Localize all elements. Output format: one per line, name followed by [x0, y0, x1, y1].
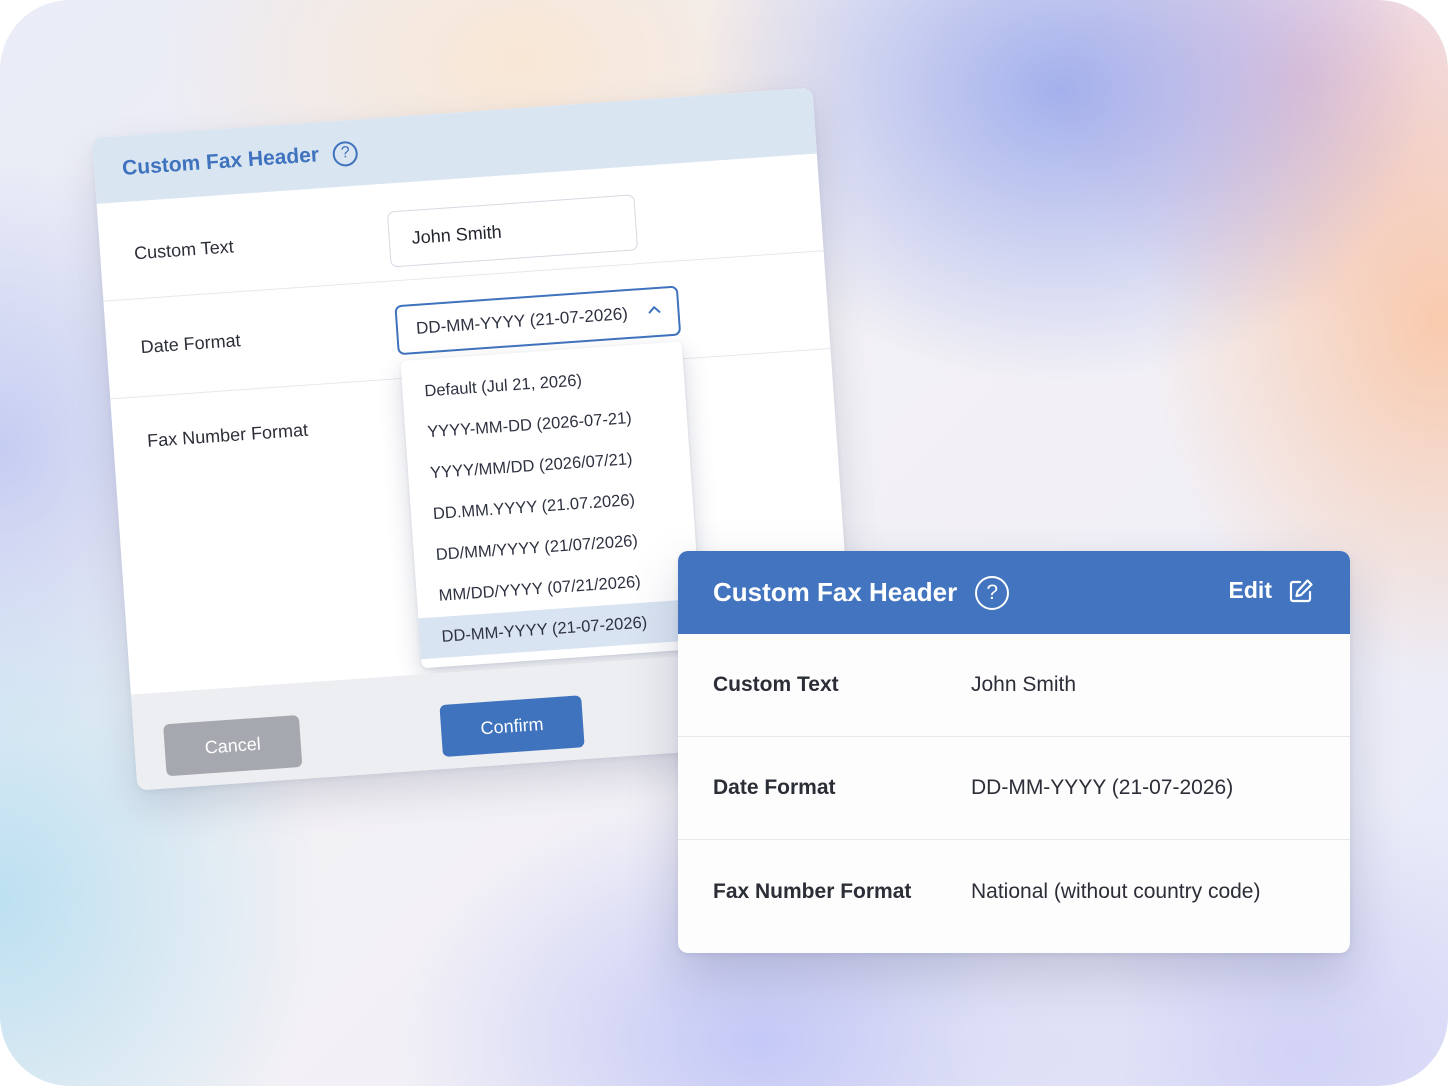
- date-format-label: Date Format: [140, 330, 242, 358]
- summary-title: Custom Fax Header: [713, 577, 958, 607]
- summary-value: National (without country code): [971, 879, 1261, 903]
- summary-row-fax-number-format: Fax Number Format National (without coun…: [678, 840, 1350, 943]
- question-circle-icon[interactable]: ?: [975, 575, 1010, 610]
- edit-label: Edit: [1228, 577, 1272, 603]
- fax-number-format-label: Fax Number Format: [146, 419, 309, 451]
- chevron-up-icon: [648, 306, 661, 314]
- summary-row-custom-text: Custom Text John Smith: [678, 634, 1350, 737]
- date-format-dropdown: Default (Jul 21, 2026) YYYY-MM-DD (2026-…: [400, 341, 704, 669]
- summary-value: John Smith: [971, 673, 1077, 696]
- summary-label: Date Format: [713, 776, 836, 799]
- summary-value: DD-MM-YYYY (21-07-2026): [971, 776, 1234, 799]
- background-canvas: Custom Fax Header ? Custom Text John Smi…: [0, 0, 1448, 1086]
- fax-header-summary-card: Custom Fax Header ? Edit Custom Text Joh…: [678, 551, 1350, 953]
- edit-pencil-icon: [1289, 578, 1313, 602]
- edit-button[interactable]: Edit: [1229, 577, 1314, 604]
- custom-text-input[interactable]: John Smith: [386, 194, 639, 268]
- confirm-button[interactable]: Confirm: [439, 695, 585, 758]
- summary-label: Fax Number Format: [713, 879, 912, 903]
- custom-text-label: Custom Text: [133, 236, 235, 264]
- question-circle-icon[interactable]: ?: [332, 140, 359, 167]
- summary-header: Custom Fax Header ? Edit: [678, 551, 1350, 634]
- summary-label: Custom Text: [713, 673, 839, 696]
- summary-row-date-format: Date Format DD-MM-YYYY (21-07-2026): [678, 737, 1350, 840]
- date-format-selected-value: DD-MM-YYYY (21-07-2026): [415, 304, 629, 338]
- cancel-button[interactable]: Cancel: [163, 714, 303, 777]
- dialog-title: Custom Fax Header: [121, 143, 320, 180]
